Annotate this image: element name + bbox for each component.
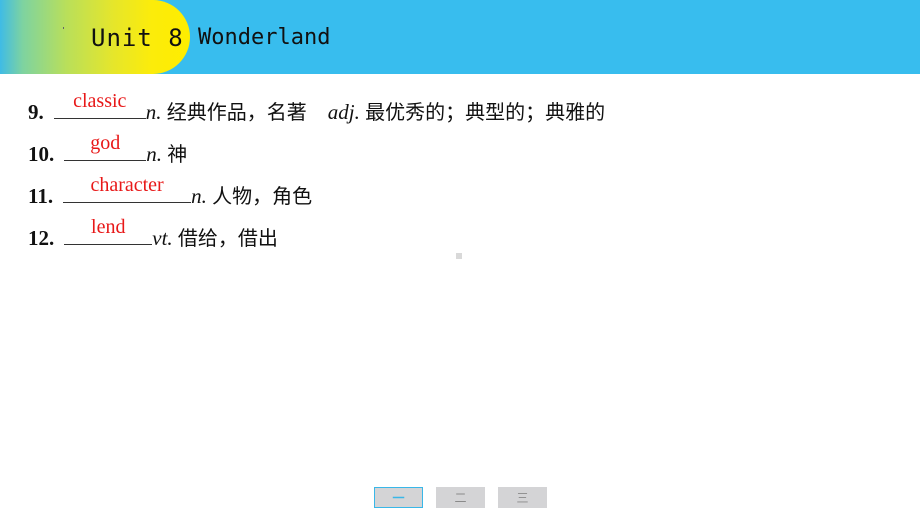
page-tab-2[interactable]: 二: [436, 487, 485, 508]
page-navigation: 一 二 三: [374, 487, 547, 508]
part-of-speech: n.: [191, 184, 207, 208]
page-tab-3[interactable]: 三: [498, 487, 547, 508]
answer-text: character: [90, 174, 164, 196]
decorative-dot: [63, 27, 64, 29]
definition: 经典作品，名著: [166, 100, 307, 124]
answer-blank[interactable]: classic: [53, 90, 146, 119]
header-bar: Unit 8 Wonderland: [0, 0, 920, 74]
answer-blank[interactable]: god: [64, 132, 147, 161]
unit-title: Wonderland: [198, 25, 331, 50]
definition: 借给，借出: [177, 226, 278, 250]
item-number: 11.: [28, 184, 54, 208]
part-of-speech: n.: [145, 100, 162, 124]
item-number: 10.: [28, 142, 55, 166]
vocabulary-list: 9. classic n. 经典作品，名著 adj. 最优秀的；典型的；典雅的 10…: [28, 90, 606, 260]
part-of-speech: n.: [146, 142, 162, 166]
item-number: 9.: [28, 100, 44, 124]
answer-text: god: [90, 132, 121, 154]
definition: 最优秀的；典型的；典雅的: [365, 100, 606, 124]
page-tab-1[interactable]: 一: [374, 487, 423, 508]
part-of-speech: adj.: [327, 100, 360, 124]
answer-text: classic: [73, 90, 127, 112]
answer-blank[interactable]: lend: [64, 216, 153, 245]
answer-blank[interactable]: character: [63, 174, 192, 203]
unit-label: Unit 8: [91, 24, 184, 52]
vocab-item: 12. lend vt. 借给，借出: [28, 216, 605, 260]
definition: 人物，角色: [212, 184, 313, 208]
item-number: 12.: [28, 226, 55, 250]
definition: 神: [167, 142, 188, 166]
answer-text: lend: [91, 216, 126, 238]
part-of-speech: vt.: [152, 226, 173, 250]
placeholder-marker: [456, 253, 462, 259]
